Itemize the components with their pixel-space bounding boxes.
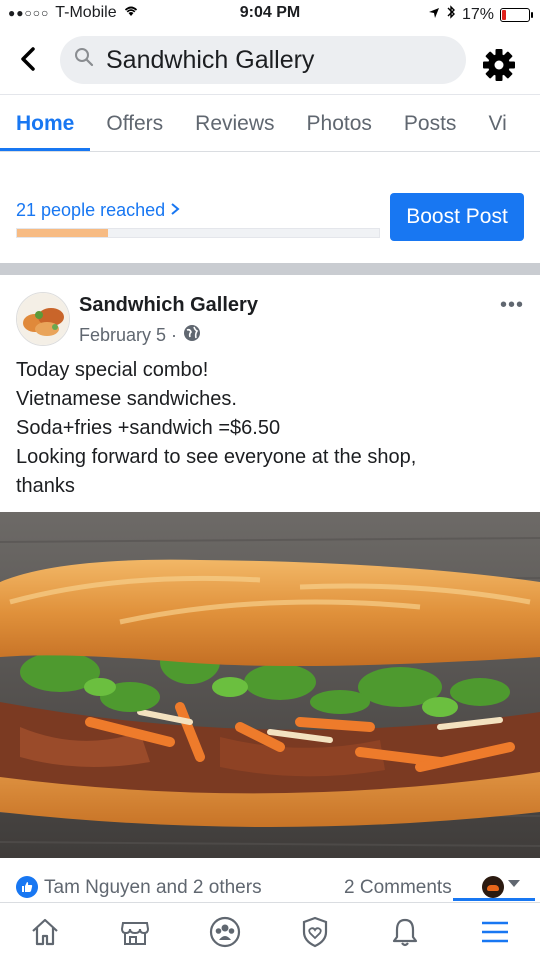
comments-count[interactable]: 2 Comments — [344, 877, 452, 899]
post-line: Soda+fries +sandwich =$6.50 — [16, 417, 281, 439]
gear-icon[interactable] — [482, 48, 516, 82]
section-divider — [0, 263, 540, 275]
battery-icon — [500, 7, 533, 22]
header: Sandwhich Gallery — [0, 34, 540, 90]
search-icon — [74, 47, 94, 73]
battery-percent: 17% — [461, 5, 494, 23]
post-date: February 5 · — [79, 325, 178, 345]
tab-photos[interactable]: Photos — [291, 95, 388, 151]
home-icon[interactable] — [28, 915, 62, 949]
post-line: Vietnamese sandwiches. — [16, 388, 237, 410]
bottom-nav — [0, 902, 540, 960]
tab-videos[interactable]: Vi — [472, 95, 522, 151]
post-photo[interactable] — [0, 512, 540, 858]
people-reached-link[interactable]: 21 people reached — [16, 200, 180, 221]
bell-icon[interactable] — [388, 915, 422, 949]
bluetooth-icon — [446, 4, 456, 25]
shield-icon[interactable] — [298, 915, 332, 949]
people-reached-label: 21 people reached — [16, 200, 166, 220]
reaction-names[interactable]: Tam Nguyen and 2 others — [44, 877, 262, 899]
status-bar: ●●○○○ T-Mobile 9:04 PM 17% — [0, 0, 540, 28]
tab-home[interactable]: Home — [0, 95, 91, 151]
reach-section: 21 people reached Boost Post — [0, 166, 540, 262]
more-icon[interactable]: ••• — [500, 294, 524, 317]
post-line: Today special combo! — [16, 359, 209, 381]
post-line: Looking forward to see everyone at the s… — [16, 446, 417, 468]
commenter-avatar[interactable] — [482, 876, 504, 898]
post-meta: February 5 · — [79, 324, 201, 347]
like-icon — [16, 876, 38, 898]
location-icon — [428, 6, 440, 24]
post-line: thanks — [16, 475, 75, 497]
post-body: Today special combo! Vietnamese sandwich… — [16, 356, 526, 501]
tab-reviews[interactable]: Reviews — [179, 95, 290, 151]
page-tabs: Home Offers Reviews Photos Posts Vi — [0, 94, 540, 152]
reach-progress-bar — [16, 228, 380, 238]
menu-icon[interactable] — [478, 915, 512, 949]
chevron-down-icon[interactable] — [508, 880, 520, 887]
boost-post-button[interactable]: Boost Post — [390, 193, 524, 241]
groups-icon[interactable] — [208, 915, 242, 949]
page-avatar[interactable] — [16, 292, 70, 346]
tab-offers[interactable]: Offers — [90, 95, 179, 151]
search-input[interactable]: Sandwhich Gallery — [60, 36, 466, 84]
search-query: Sandwhich Gallery — [106, 45, 315, 74]
marketplace-icon[interactable] — [118, 915, 152, 949]
back-chevron-icon[interactable] — [20, 46, 36, 78]
post-page-name[interactable]: Sandwhich Gallery — [79, 294, 258, 317]
globe-icon — [183, 324, 201, 347]
chevron-right-icon — [170, 200, 180, 220]
tab-posts[interactable]: Posts — [388, 95, 473, 151]
comments-underline — [453, 898, 535, 901]
